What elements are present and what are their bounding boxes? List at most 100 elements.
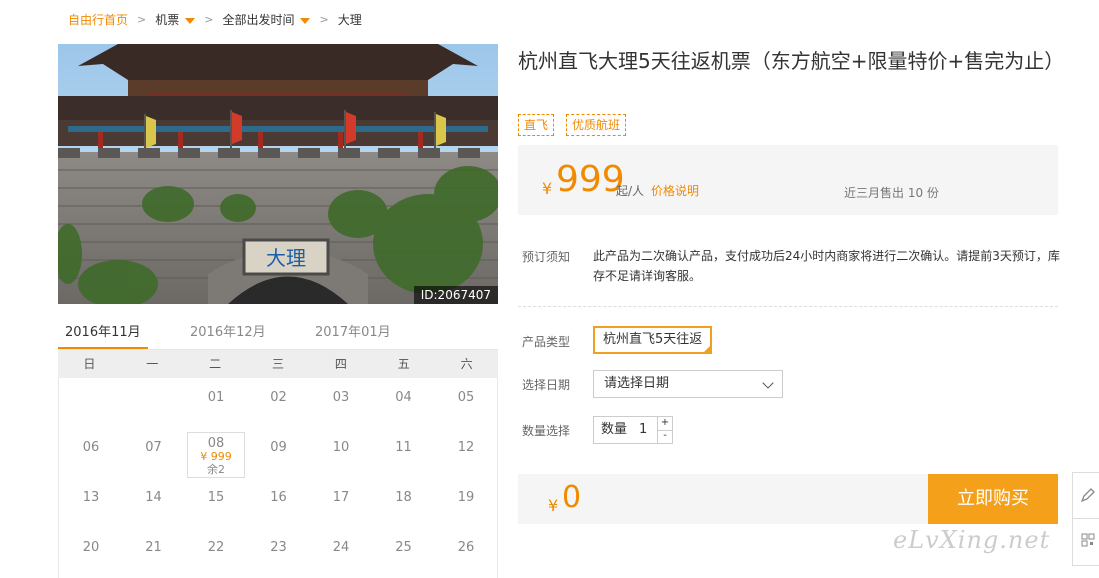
calendar-day: 09	[250, 432, 308, 478]
calendar-day-number: 22	[207, 540, 225, 555]
calendar-day-number: 13	[82, 490, 100, 505]
date-select-value: 请选择日期	[604, 376, 670, 391]
weekday-label: 三	[272, 357, 285, 371]
calendar-day-number: 25	[395, 540, 412, 555]
calendar-day-remaining: 余2	[207, 463, 225, 476]
breadcrumb-category[interactable]: 机票	[155, 11, 196, 28]
price-panel: ¥ 999 起/人 价格说明 近三月售出 10 份	[518, 145, 1058, 215]
breadcrumb-category-label: 机票	[155, 12, 180, 27]
total-amount: 0	[562, 480, 582, 515]
calendar-day-number: 24	[332, 540, 350, 555]
quantity-text: 数量	[601, 422, 628, 437]
currency-symbol: ¥	[542, 179, 553, 198]
calendar-day-number: 26	[457, 540, 475, 555]
calendar-day-number: 17	[332, 490, 350, 505]
price-explanation-link[interactable]: 价格说明	[651, 182, 699, 199]
calendar-grid: 01 02 03 04 05 06 07 08 ¥ 999 余2 09 10 11 12 13 14 15 16 1…	[58, 378, 498, 578]
total-currency-symbol: ¥	[548, 496, 559, 515]
quantity-minus-button[interactable]: -	[657, 430, 672, 443]
divider	[518, 306, 1058, 307]
tag-quality-flight: 优质航班	[566, 114, 627, 136]
quantity-plus-button[interactable]: +	[657, 417, 672, 431]
side-toolbar	[1072, 472, 1099, 566]
calendar-day-number: 07	[145, 440, 162, 455]
calendar-day-price: ¥ 999	[200, 450, 232, 463]
edit-icon[interactable]	[1080, 487, 1096, 503]
calendar-day: 07	[125, 432, 183, 478]
calendar-day-number: 16	[270, 490, 287, 505]
watermark: eLvXing.net	[893, 526, 1051, 554]
calendar-day: 13	[62, 482, 120, 528]
buy-now-button[interactable]: 立即购买	[928, 474, 1058, 524]
calendar-day: 15	[187, 482, 245, 528]
calendar-day: 02	[250, 382, 308, 428]
month-tabs: 2016年11月 2016年12月 2017年01月	[58, 318, 498, 350]
quantity-value[interactable]: 1	[639, 417, 647, 443]
weekday-label: 五	[397, 357, 410, 371]
calendar-day-number: 21	[145, 540, 162, 555]
calendar-day: 22	[187, 532, 245, 578]
calendar-day-number: 12	[457, 440, 475, 455]
calendar-day-number: 05	[457, 390, 475, 405]
calendar-day: 23	[250, 532, 308, 578]
product-title: 杭州直飞大理5天往返机票（东方航空+限量特价+售完为止）	[518, 49, 1065, 73]
calendar-day: 20	[62, 532, 120, 578]
calendar-day-number: 18	[395, 490, 412, 505]
calendar-day-number: 01	[207, 390, 225, 405]
sold-count: 近三月售出 10 份	[844, 186, 939, 200]
tab-2017-01[interactable]: 2017年01月	[315, 318, 405, 350]
price-value: 999	[556, 159, 625, 200]
breadcrumb-chevron-icon: >	[204, 12, 214, 26]
calendar-day-number: 03	[332, 390, 350, 405]
calendar-day: 17	[312, 482, 370, 528]
breadcrumb-departure-label: 全部出发时间	[222, 12, 295, 27]
calendar-day-number: 15	[207, 490, 225, 505]
calendar-day: 14	[125, 482, 183, 528]
breadcrumb-destination: 大理	[337, 12, 362, 27]
selected-corner-icon	[702, 344, 713, 354]
calendar-day-number: 11	[395, 440, 412, 455]
calendar-day-number: 10	[332, 440, 350, 455]
total-bar: ¥ 0 立即购买	[518, 474, 1058, 524]
calendar-day: 04	[375, 382, 433, 428]
calendar-day	[125, 382, 183, 428]
weekday-label: 二	[209, 357, 222, 371]
qr-code-icon[interactable]	[1081, 533, 1095, 547]
photo-id-label: ID:2067407	[413, 286, 498, 304]
chevron-down-icon	[762, 377, 774, 389]
calendar-day-available[interactable]: 08 ¥ 999 余2	[187, 432, 245, 478]
calendar-day: 11	[375, 432, 433, 478]
date-select[interactable]: 请选择日期	[593, 370, 783, 398]
calendar-day-number: 23	[270, 540, 287, 555]
tab-2016-12[interactable]: 2016年12月	[190, 318, 280, 350]
calendar-day-number: 04	[395, 390, 412, 405]
calendar-day: 01	[187, 382, 245, 428]
breadcrumb-chevron-icon: >	[319, 12, 329, 26]
price-unit: 起/人	[616, 184, 645, 198]
calendar-day	[62, 382, 120, 428]
calendar-day: 06	[62, 432, 120, 478]
calendar-weekday-header: 日 一 二 三 四 五 六	[58, 350, 498, 378]
calendar-day: 03	[312, 382, 370, 428]
calendar-day: 19	[437, 482, 495, 528]
tag-direct-flight: 直飞	[518, 114, 555, 136]
breadcrumb-departure[interactable]: 全部出发时间	[222, 11, 311, 28]
dropdown-triangle-icon	[185, 17, 196, 24]
calendar-day-number: 19	[457, 490, 475, 505]
calendar-day: 16	[250, 482, 308, 528]
weekday-label: 一	[146, 357, 159, 371]
quantity-label: 数量选择	[522, 424, 571, 438]
tab-2016-11[interactable]: 2016年11月	[58, 318, 148, 350]
side-divider	[1073, 518, 1099, 519]
weekday-label: 六	[460, 357, 473, 371]
product-type-label: 产品类型	[522, 335, 571, 349]
breadcrumb: 自由行首页 > 机票 > 全部出发时间 > 大理	[68, 10, 362, 28]
calendar-day-number: 06	[82, 440, 100, 455]
calendar-day-number: 09	[270, 440, 287, 455]
product-type-option[interactable]: 杭州直飞5天往返	[593, 326, 713, 354]
calendar-day: 26	[437, 532, 495, 578]
calendar-day-number: 08	[207, 436, 225, 451]
breadcrumb-home-link[interactable]: 自由行首页	[68, 11, 128, 28]
weekday-label: 日	[83, 357, 96, 371]
dropdown-triangle-icon	[300, 17, 311, 24]
